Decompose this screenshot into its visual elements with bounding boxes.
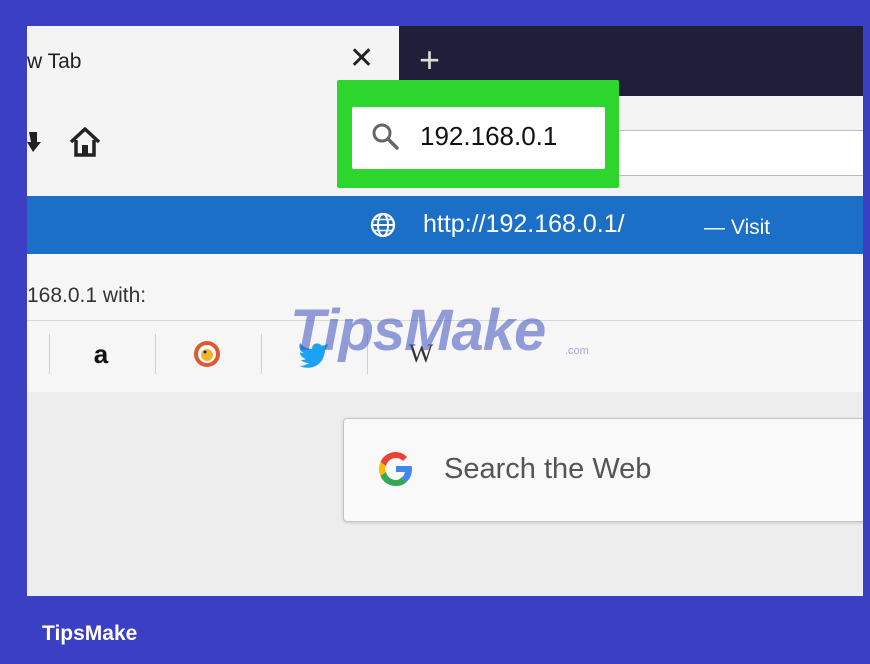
engine-separator [155, 334, 156, 374]
tab-title: w Tab [27, 50, 82, 73]
engine-separator [261, 334, 262, 374]
web-search-box[interactable]: Search the Web [343, 418, 863, 522]
globe-icon [370, 212, 396, 238]
google-icon [379, 452, 412, 486]
amazon-engine-button[interactable]: a [81, 334, 121, 374]
web-search-placeholder: Search the Web [444, 453, 652, 485]
duckduckgo-icon [194, 341, 220, 367]
download-icon[interactable] [27, 128, 41, 156]
close-tab-icon[interactable]: ✕ [349, 44, 374, 74]
footer-brand: TipsMake [42, 622, 138, 645]
suggestion-action: — Visit [704, 216, 771, 239]
address-bar-right[interactable] [617, 130, 863, 176]
watermark-domain: .com [565, 345, 589, 357]
amazon-icon: a [93, 338, 109, 369]
url-suggestion[interactable]: http://192.168.0.1/ — Visit [27, 196, 863, 254]
engine-separator [49, 334, 50, 374]
new-tab-content: Search the Web [27, 392, 863, 596]
watermark-logo: TipsMake [290, 298, 546, 363]
address-bar-value[interactable]: 192.168.0.1 [420, 121, 557, 152]
search-icon [372, 123, 399, 150]
home-icon[interactable] [67, 124, 103, 160]
duckduckgo-engine-button[interactable] [187, 334, 227, 374]
search-with-label: 168.0.1 with: [27, 284, 147, 307]
new-tab-button[interactable]: + [419, 42, 440, 78]
suggestion-url: http://192.168.0.1/ [423, 210, 625, 238]
address-bar[interactable]: 192.168.0.1 [352, 107, 605, 169]
